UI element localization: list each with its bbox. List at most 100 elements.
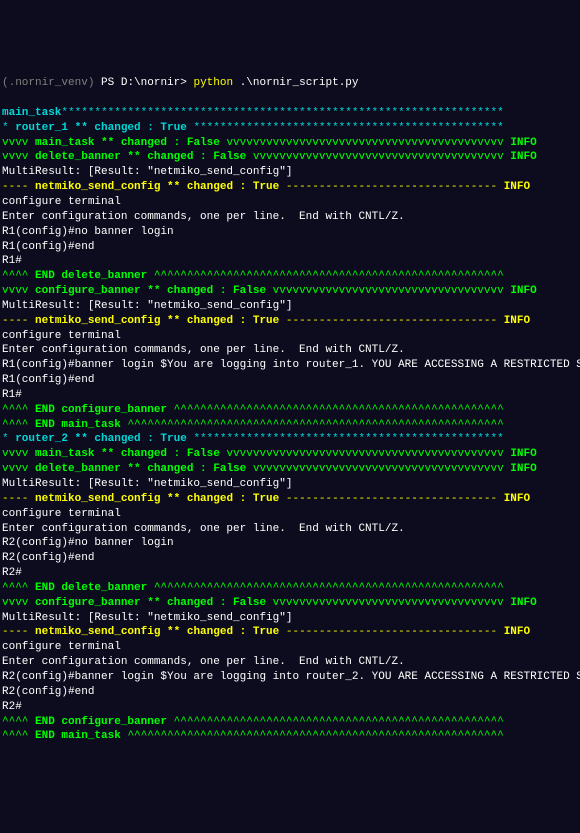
output-segment: INFO <box>510 448 536 460</box>
output-segment: ****************************************… <box>187 122 504 134</box>
output-line: * router_2 ** changed : True ***********… <box>2 432 578 447</box>
output-line: R1(config)#end <box>2 373 578 388</box>
output-line: Enter configuration commands, one per li… <box>2 522 578 537</box>
output-segment: MultiResult: [Result: "netmiko_send_conf… <box>2 166 292 178</box>
output-segment: INFO <box>510 597 536 609</box>
output-line: R1# <box>2 254 578 269</box>
output-segment: END configure_banner <box>35 716 167 728</box>
output-segment: * <box>2 122 15 134</box>
output-segment: ---- <box>2 493 35 505</box>
output-line: MultiResult: [Result: "netmiko_send_conf… <box>2 299 578 314</box>
output-segment: R2# <box>2 567 22 579</box>
output-line: vvvv configure_banner ** changed : False… <box>2 596 578 611</box>
prompt-line[interactable]: (.nornir_venv) PS D:\nornir> python .\no… <box>2 76 578 91</box>
output-segment: R1(config)#banner login $You are logging… <box>2 359 580 371</box>
output-segment: Enter configuration commands, one per li… <box>2 211 405 223</box>
output-segment: INFO <box>510 137 536 149</box>
output-segment: netmiko_send_config ** changed : True <box>35 626 279 638</box>
output-segment: Enter configuration commands, one per li… <box>2 523 405 535</box>
output-segment: -------------------------------- <box>279 626 503 638</box>
output-segment: configure terminal <box>2 196 121 208</box>
output-segment: R2(config)#end <box>2 552 94 564</box>
output-segment: vvvv <box>2 151 35 163</box>
output-line: R2(config)#end <box>2 551 578 566</box>
output-line: vvvv main_task ** changed : False vvvvvv… <box>2 447 578 462</box>
output-segment: R2(config)#end <box>2 686 94 698</box>
output-segment: MultiResult: [Result: "netmiko_send_conf… <box>2 300 292 312</box>
output-segment: vvvv <box>2 448 35 460</box>
output-line: R2(config)#banner login $You are logging… <box>2 670 578 685</box>
output-segment: INFO <box>504 626 530 638</box>
output-segment: vvvvvvvvvvvvvvvvvvvvvvvvvvvvvvvvvvvvvv <box>246 463 510 475</box>
output-line: ^^^^ END configure_banner ^^^^^^^^^^^^^^… <box>2 403 578 418</box>
output-line: configure terminal <box>2 507 578 522</box>
output-line: R1(config)#no banner login <box>2 225 578 240</box>
output-line: ---- netmiko_send_config ** changed : Tr… <box>2 492 578 507</box>
venv-indicator: (.nornir_venv) <box>2 77 101 89</box>
output-segment: router_1 ** changed : True <box>15 122 187 134</box>
output-line: MultiResult: [Result: "netmiko_send_conf… <box>2 165 578 180</box>
output-line: ^^^^ END main_task ^^^^^^^^^^^^^^^^^^^^^… <box>2 729 578 744</box>
output-segment: MultiResult: [Result: "netmiko_send_conf… <box>2 612 292 624</box>
output-segment: main_task <box>2 107 61 119</box>
output-segment: R2(config)#no banner login <box>2 537 174 549</box>
output-line: R1(config)#banner login $You are logging… <box>2 358 578 373</box>
output-segment: ^^^^ <box>2 270 35 282</box>
output-segment: ^^^^ <box>2 419 35 431</box>
output-line: main_task*******************************… <box>2 106 578 121</box>
output-segment: vvvvvvvvvvvvvvvvvvvvvvvvvvvvvvvvvvvvvvvv… <box>220 448 510 460</box>
output-segment: vvvv <box>2 463 35 475</box>
output-segment: ^^^^ <box>2 730 35 742</box>
output-segment: netmiko_send_config ** changed : True <box>35 315 279 327</box>
output-line: R2# <box>2 700 578 715</box>
output-segment: router_2 ** changed : True <box>15 433 187 445</box>
output-segment: INFO <box>504 315 530 327</box>
output-segment: ****************************************… <box>61 107 503 119</box>
output-segment: vvvv <box>2 597 35 609</box>
output-line: ---- netmiko_send_config ** changed : Tr… <box>2 314 578 329</box>
ps-prefix: PS <box>101 77 121 89</box>
output-line: R2(config)#end <box>2 685 578 700</box>
output-segment: END configure_banner <box>35 404 167 416</box>
output-segment: ^^^^ <box>2 404 35 416</box>
output-segment: configure terminal <box>2 330 121 342</box>
output-segment: ^^^^ <box>2 716 35 728</box>
output-segment: END delete_banner <box>35 582 147 594</box>
output-segment: ****************************************… <box>187 433 504 445</box>
output-segment: ^^^^^^^^^^^^^^^^^^^^^^^^^^^^^^^^^^^^^^^^… <box>121 419 504 431</box>
output-segment: -------------------------------- <box>279 493 503 505</box>
output-segment: INFO <box>510 285 536 297</box>
output-segment: main_task ** changed : False <box>35 137 220 149</box>
output-line: Enter configuration commands, one per li… <box>2 343 578 358</box>
output-segment: vvvvvvvvvvvvvvvvvvvvvvvvvvvvvvvvvvv <box>266 597 510 609</box>
output-segment: delete_banner ** changed : False <box>35 151 246 163</box>
output-line: vvvv main_task ** changed : False vvvvvv… <box>2 136 578 151</box>
output-segment: END main_task <box>35 419 121 431</box>
output-line: vvvv delete_banner ** changed : False vv… <box>2 150 578 165</box>
output-segment: ---- <box>2 315 35 327</box>
output-segment: -------------------------------- <box>279 315 503 327</box>
output-segment: ^^^^^^^^^^^^^^^^^^^^^^^^^^^^^^^^^^^^^^^^… <box>147 270 503 282</box>
output-segment: R1(config)#end <box>2 374 94 386</box>
output-line: configure terminal <box>2 329 578 344</box>
output-line: ^^^^ END main_task ^^^^^^^^^^^^^^^^^^^^^… <box>2 418 578 433</box>
output-line: R2(config)#no banner login <box>2 536 578 551</box>
output-segment: R1(config)#end <box>2 241 94 253</box>
command-arg: .\nornir_script.py <box>240 77 359 89</box>
output-segment: R2(config)#banner login $You are logging… <box>2 671 580 683</box>
path: D:\nornir> <box>121 77 194 89</box>
output-segment: ^^^^^^^^^^^^^^^^^^^^^^^^^^^^^^^^^^^^^^^^… <box>167 716 504 728</box>
output-segment: netmiko_send_config ** changed : True <box>35 181 279 193</box>
output-segment: configure terminal <box>2 508 121 520</box>
output-line: configure terminal <box>2 195 578 210</box>
output-lines: main_task*******************************… <box>2 106 578 744</box>
output-line: vvvv delete_banner ** changed : False vv… <box>2 462 578 477</box>
output-segment: main_task ** changed : False <box>35 448 220 460</box>
output-line: * router_1 ** changed : True ***********… <box>2 121 578 136</box>
output-segment: * <box>2 433 15 445</box>
output-segment: END delete_banner <box>35 270 147 282</box>
output-segment: MultiResult: [Result: "netmiko_send_conf… <box>2 478 292 490</box>
output-segment: configure_banner ** changed : False <box>35 285 266 297</box>
output-line: R1# <box>2 388 578 403</box>
output-segment: INFO <box>504 181 530 193</box>
